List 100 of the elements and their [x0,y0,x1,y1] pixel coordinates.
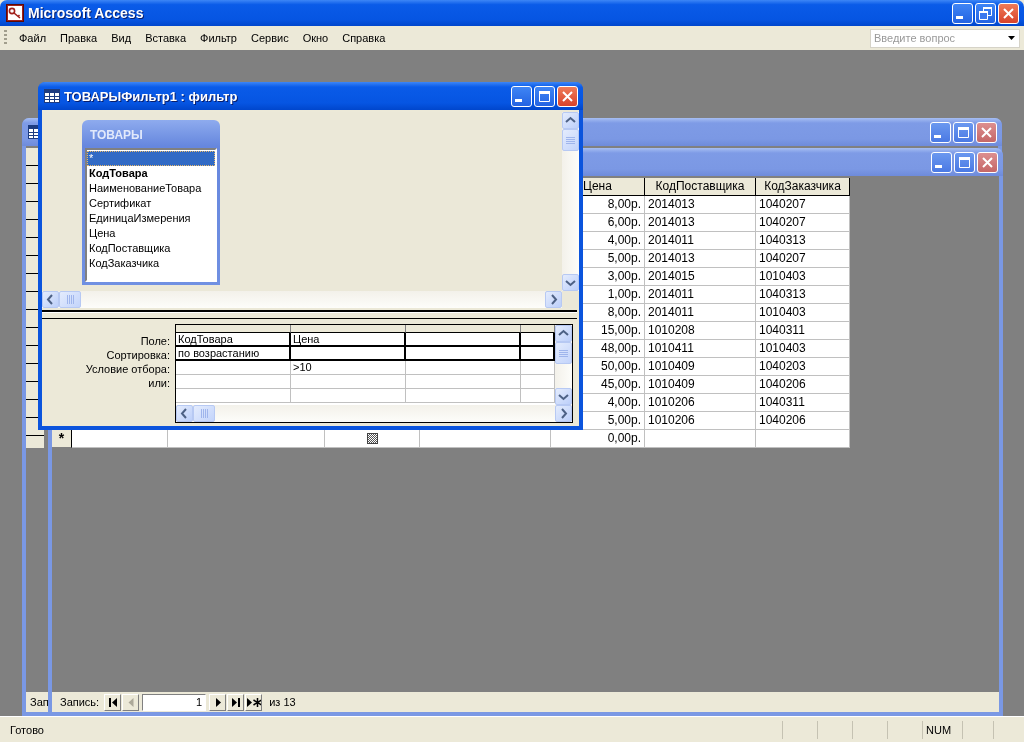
column-selector[interactable] [406,325,521,333]
table-cell: 1010403 [756,268,850,286]
horizontal-scrollbar[interactable] [176,405,572,422]
menu-item[interactable]: Вставка [138,30,193,46]
horizontal-scrollbar[interactable] [42,291,562,308]
field-item[interactable]: Сертификат [87,196,215,211]
table-cell: 2014015 [645,268,756,286]
new-record-button[interactable] [245,693,263,711]
checkbox[interactable] [366,433,378,444]
scroll-up-button[interactable] [555,325,572,342]
close-icon [981,126,992,138]
table-cell: 1040311 [756,394,850,412]
table-cell: 1040206 [756,376,850,394]
row-label: Поле: [139,334,170,348]
table-cell: 1010208 [645,322,756,340]
table-cell: 1040207 [756,214,850,232]
table-cell: 1040207 [756,250,850,268]
scroll-thumb[interactable] [59,291,81,308]
minimize-button[interactable] [511,85,532,107]
table-cell: 2014013 [645,196,756,214]
vertical-scrollbar[interactable] [555,325,572,405]
scroll-left-button[interactable] [42,291,59,308]
grip-icon [559,348,568,358]
column-selector[interactable] [291,325,406,333]
column-selector[interactable] [521,325,555,333]
grid-cell[interactable] [291,347,406,361]
table-cell: 1010409 [645,376,756,394]
grid-cell[interactable]: Цена [291,333,406,347]
table-cell: 1040206 [756,412,850,430]
column-selector[interactable] [176,325,291,333]
grid-cell[interactable] [406,333,521,347]
scroll-right-button[interactable] [545,291,562,308]
table-cell: 1040207 [756,196,850,214]
scroll-down-button[interactable] [562,274,579,291]
menu-grip[interactable] [4,30,7,46]
last-record-button[interactable] [227,693,245,711]
menu-item[interactable]: Справка [335,30,393,46]
grid-cell[interactable] [406,347,521,361]
field-item[interactable]: Цена [87,226,215,241]
close-icon [562,90,573,102]
table-cell: 1040313 [756,286,850,304]
table-cell: 2014011 [645,232,756,250]
next-record-button[interactable] [209,693,227,711]
field-item[interactable]: КодПоставщика [87,241,215,256]
menu-item[interactable]: Правка [53,30,105,46]
scroll-thumb[interactable] [555,342,572,364]
scroll-thumb[interactable] [193,405,215,422]
menu-item[interactable]: Окно [295,30,336,46]
grid-cell[interactable]: >10 [291,361,406,375]
scroll-left-button[interactable] [176,405,193,422]
menu-item[interactable]: Вид [104,30,139,46]
status-text: Готово [10,723,44,736]
table-cell: 2014011 [645,304,756,322]
scroll-right-button[interactable] [555,405,572,422]
minimize-icon [515,98,522,102]
grid-cell[interactable]: по возрастанию [176,347,291,361]
close-button[interactable] [557,85,578,107]
table-cell: 1010411 [645,340,756,358]
row-label: Условие отбора: [84,362,170,376]
grip-icon [566,135,575,145]
grip-icon [65,295,75,304]
minimize-icon [934,134,941,138]
table-cell: 1010403 [756,304,850,322]
record-count: из 13 [269,696,296,708]
scroll-down-button[interactable] [555,388,572,405]
restore-button[interactable] [975,2,996,24]
pane-splitter[interactable] [42,310,577,319]
maximize-button[interactable] [534,85,555,107]
field-item[interactable]: ЕдиницаИзмерения [87,211,215,226]
table-cell: 2014013 [645,250,756,268]
close-button[interactable] [998,2,1019,24]
field-item[interactable]: НаименованиеТовара [87,181,215,196]
field-item[interactable]: КодЗаказчика [87,256,215,271]
minimize-button[interactable] [952,2,973,24]
scroll-up-button[interactable] [562,112,579,129]
vertical-scrollbar[interactable] [562,112,579,291]
maximize-icon [959,156,970,168]
close-icon [1003,7,1014,19]
navigator-label: Запись: [60,696,100,708]
table-cell: 1040203 [756,358,850,376]
grid-icon [44,89,60,103]
menu-item[interactable]: Фильтр [193,30,244,46]
table-cell: 1010206 [645,394,756,412]
table-cell: 2014011 [645,286,756,304]
table-cell: 1010409 [645,358,756,376]
close-icon [982,156,993,168]
table-cell: 2014013 [645,214,756,232]
grid-cell[interactable]: КодТовара [176,333,291,347]
status-indicator: NUM [922,720,962,739]
window-title: Microsoft Access [28,5,144,21]
minimize-icon [956,15,963,19]
table-cell: 1040313 [756,232,850,250]
scroll-thumb[interactable] [562,129,579,151]
first-record-button[interactable] [104,693,122,711]
field-item[interactable]: КодТовара [87,166,215,181]
menu-item[interactable]: Файл [12,30,54,46]
record-selector[interactable]: * [52,430,72,448]
record-number-field[interactable]: 1 [142,693,207,711]
menu-item[interactable]: Сервис [243,30,296,46]
field-item[interactable]: * [87,151,215,166]
